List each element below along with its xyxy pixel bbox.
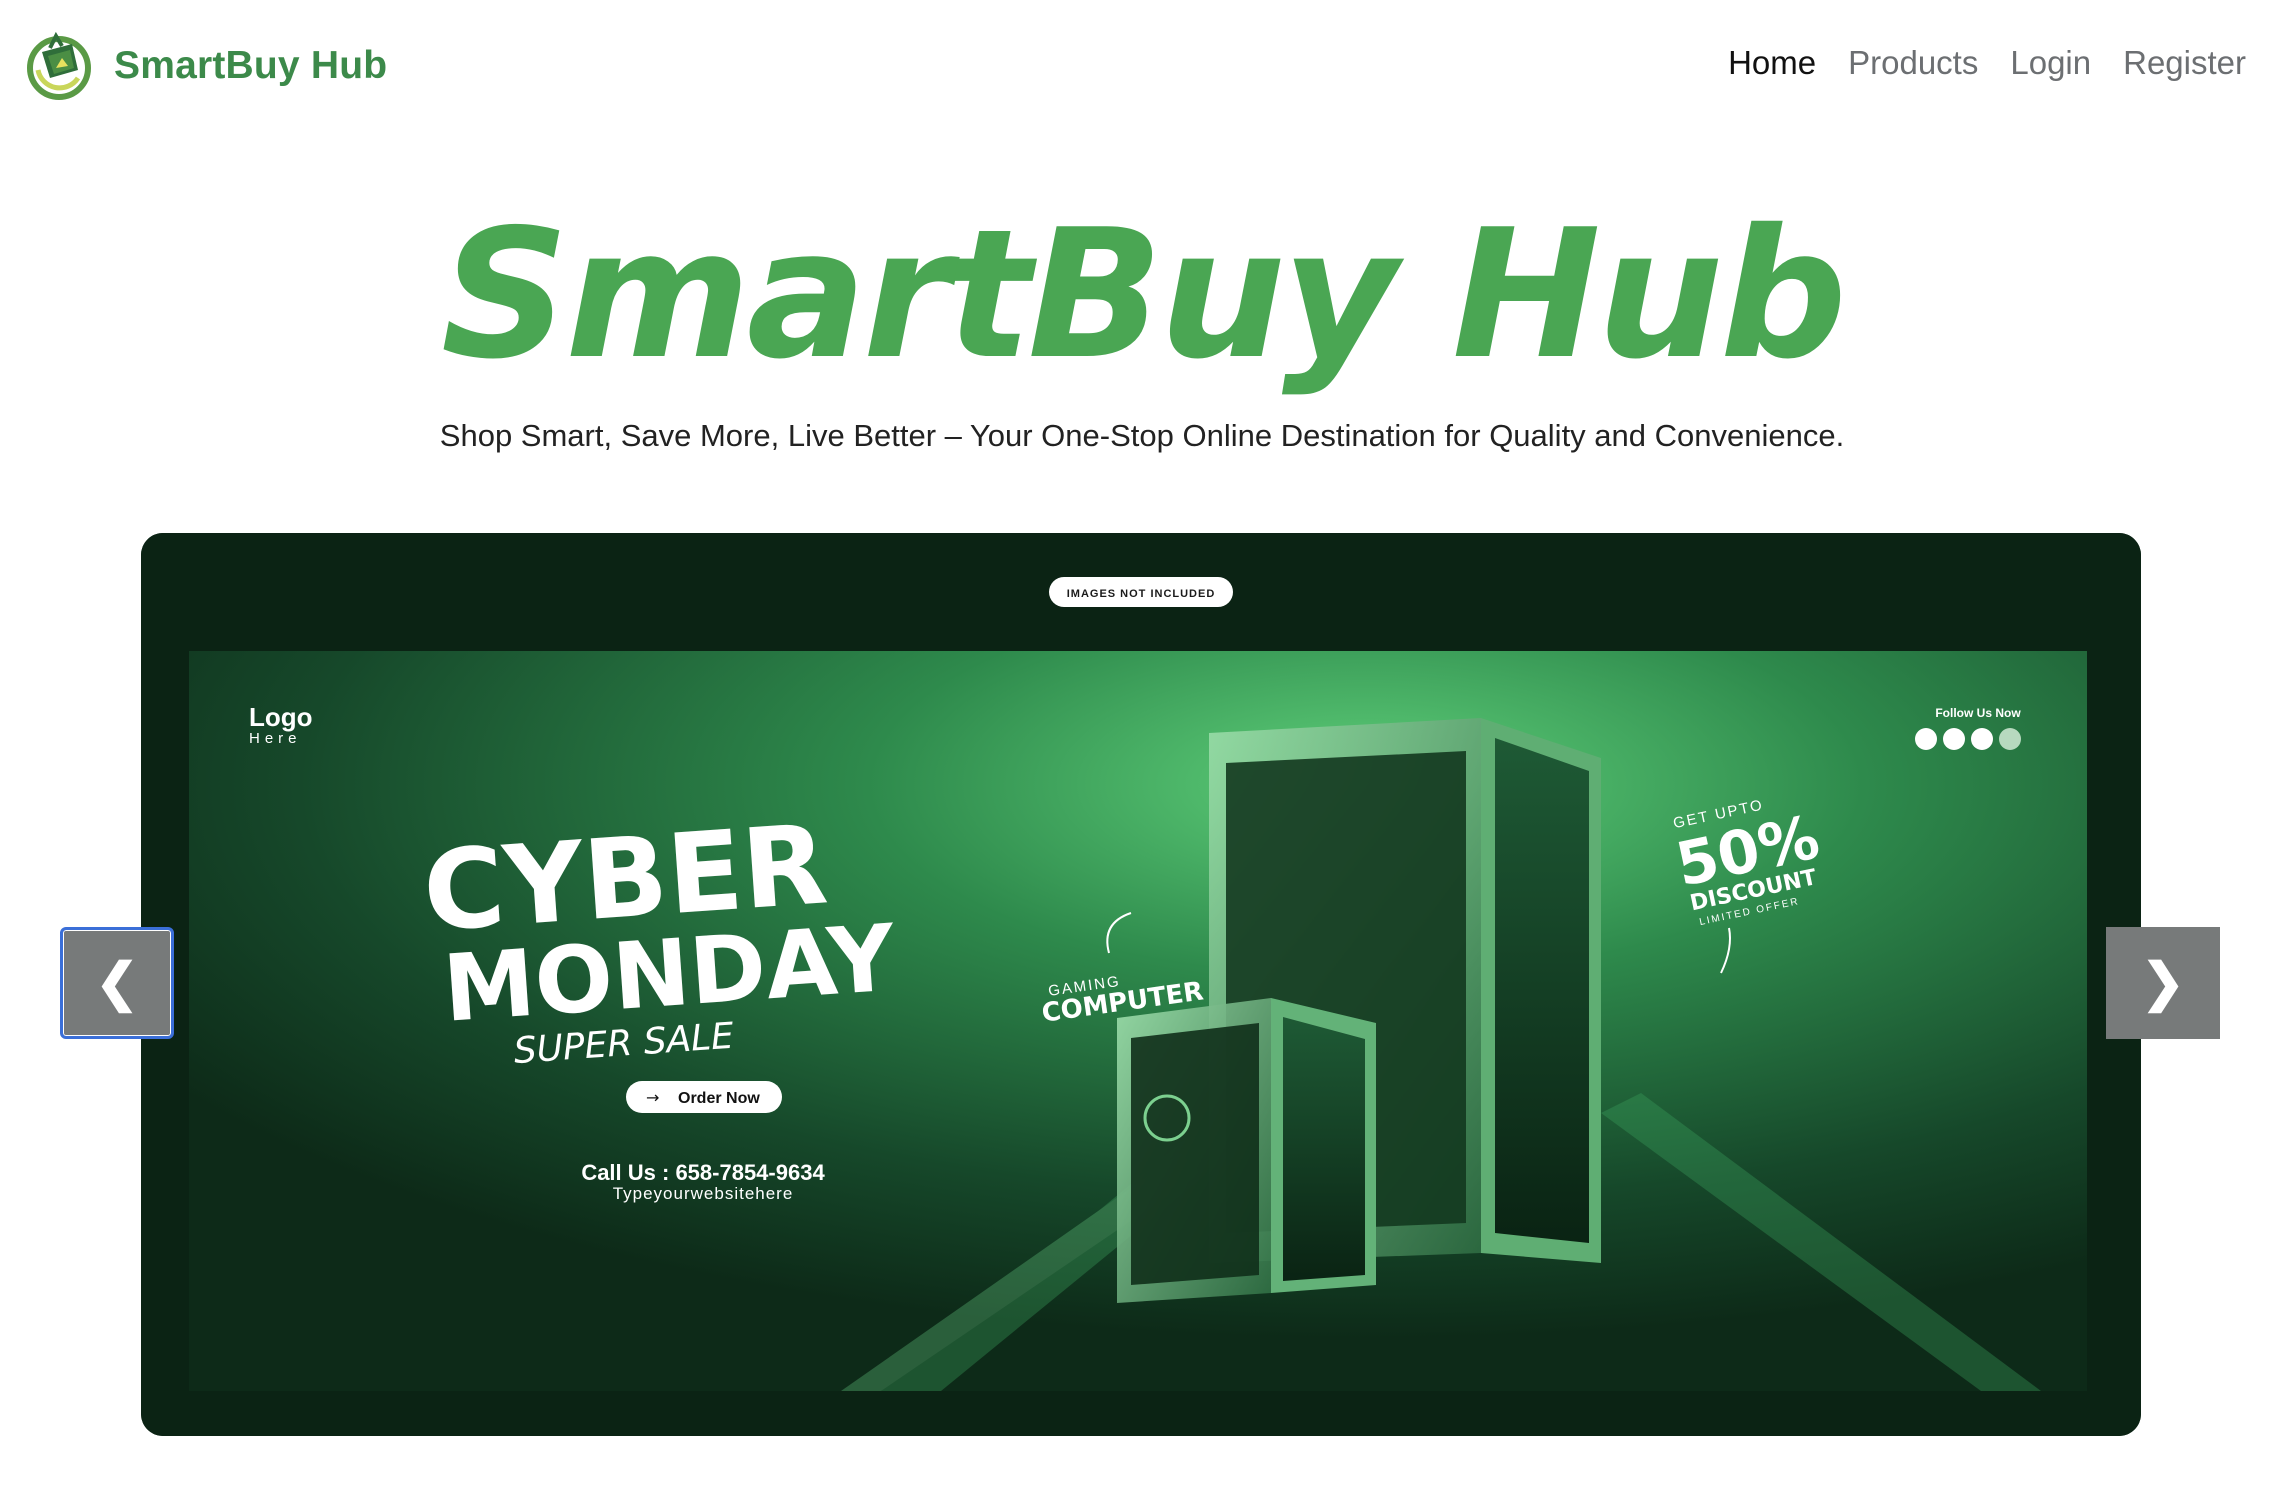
nav-item-products: Products: [1848, 44, 1978, 82]
x-twitter-icon[interactable]: [1971, 728, 1993, 750]
slide-website: Typeyourwebsitehere: [613, 1184, 794, 1203]
nav-link-register[interactable]: Register: [2123, 44, 2246, 81]
order-now-button[interactable]: → Order Now: [626, 1081, 782, 1113]
brand-name: SmartBuy Hub: [114, 44, 388, 87]
hero-subtitle: Shop Smart, Save More, Live Better – You…: [439, 418, 1845, 453]
nav-link-home[interactable]: Home: [1728, 44, 1816, 81]
images-not-included-badge: IMAGES NOT INCLUDED: [1049, 577, 1233, 607]
hero-title: SmartBuy Hub: [440, 191, 1847, 398]
nav-item-register: Register: [2123, 44, 2246, 82]
facebook-icon[interactable]: [1915, 728, 1937, 750]
slide-logo-text: Logo: [249, 702, 313, 732]
nav-item-home: Home: [1728, 44, 1816, 82]
carousel-slide-banner: IMAGES NOT INCLUDED Logo Here CYBER MOND…: [141, 533, 2141, 1436]
shopping-tag-logo-icon: [27, 31, 91, 100]
nav-link-products[interactable]: Products: [1848, 44, 1978, 81]
follow-us-text: Follow Us Now: [1935, 706, 2021, 720]
chevron-left-icon: ❮: [95, 954, 139, 1012]
slide-phone: Call Us : 658-7854-9634: [581, 1160, 825, 1185]
carousel-prev-button[interactable]: ❮: [60, 927, 174, 1039]
nav-item-login: Login: [2010, 44, 2091, 82]
nav-links: Home Products Login Register: [1728, 44, 2246, 82]
navbar: SmartBuy Hub Home Products Login Registe…: [0, 0, 2284, 130]
badge-text: IMAGES NOT INCLUDED: [1067, 588, 1216, 600]
youtube-icon[interactable]: [1943, 728, 1965, 750]
order-now-label: Order Now: [678, 1090, 760, 1107]
arrow-right-icon: →: [646, 1088, 659, 1107]
carousel-next-button[interactable]: ❯: [2106, 927, 2220, 1039]
slide-logo-sub: Here: [249, 730, 302, 747]
carousel: IMAGES NOT INCLUDED Logo Here CYBER MOND…: [141, 533, 2141, 1436]
nav-link-login[interactable]: Login: [2010, 44, 2091, 81]
pc-case-small: [1117, 998, 1376, 1303]
brand-link[interactable]: SmartBuy Hub: [26, 30, 387, 102]
chevron-right-icon: ❯: [2141, 954, 2185, 1012]
instagram-icon[interactable]: [1999, 728, 2021, 750]
